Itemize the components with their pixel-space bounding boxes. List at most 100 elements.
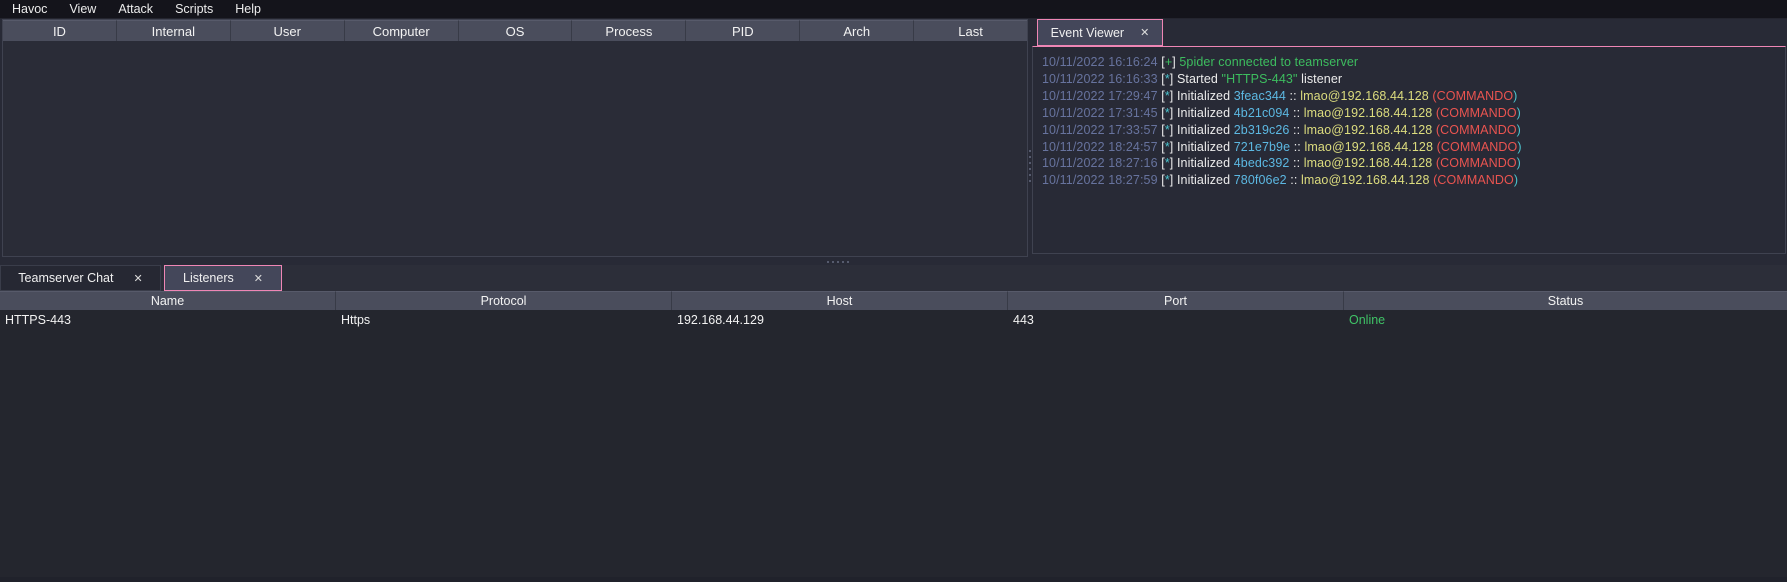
log-segment: 4b21c094	[1234, 106, 1290, 120]
event-log[interactable]: 10/11/2022 16:16:24 [+] 5pider connected…	[1032, 46, 1786, 254]
menu-item-view[interactable]: View	[58, 0, 107, 18]
agents-table-body[interactable]	[3, 41, 1027, 256]
log-segment: (COMMANDO	[1433, 140, 1517, 154]
listeners-col-name[interactable]: Name	[0, 291, 336, 310]
log-segment: 10/11/2022 16:16:24	[1042, 55, 1161, 69]
listener-row[interactable]: HTTPS-443Https192.168.44.129443Online	[0, 310, 1787, 329]
log-segment: 780f06e2	[1234, 173, 1287, 187]
event-log-entry: 10/11/2022 16:16:24 [+] 5pider connected…	[1042, 54, 1781, 71]
log-segment: 3feac344	[1234, 89, 1286, 103]
log-segment: ] Initialized	[1170, 156, 1234, 170]
tab-label: Listeners	[183, 271, 234, 285]
cell-port: 443	[1008, 313, 1344, 327]
bottom-edge	[0, 577, 1787, 582]
log-segment: 10/11/2022 17:29:47	[1042, 89, 1161, 103]
log-segment: 10/11/2022 18:24:57	[1042, 140, 1161, 154]
log-segment: ::	[1287, 173, 1301, 187]
log-segment: ] Initialized	[1170, 173, 1234, 187]
log-segment: 10/11/2022 18:27:16	[1042, 156, 1161, 170]
log-segment: )	[1517, 140, 1521, 154]
log-segment: ] Started	[1170, 72, 1222, 86]
menu-item-scripts[interactable]: Scripts	[164, 0, 224, 18]
log-segment: 10/11/2022 16:16:33	[1042, 72, 1161, 86]
log-segment: 721e7b9e	[1234, 140, 1290, 154]
log-segment: 10/11/2022 17:33:57	[1042, 123, 1161, 137]
cell-name: HTTPS-443	[0, 313, 336, 327]
log-segment: ::	[1286, 89, 1300, 103]
listeners-col-protocol[interactable]: Protocol	[336, 291, 672, 310]
tab-label: Event Viewer	[1051, 26, 1124, 40]
agents-col-last[interactable]: Last	[914, 20, 1027, 41]
listeners-col-port[interactable]: Port	[1008, 291, 1344, 310]
event-log-entry: 10/11/2022 17:33:57 [*] Initialized 2b31…	[1042, 122, 1781, 139]
log-segment: )	[1517, 123, 1521, 137]
agents-col-os[interactable]: OS	[459, 20, 573, 41]
vertical-splitter-handle[interactable]	[1028, 150, 1031, 186]
cell-status: Online	[1344, 313, 1787, 327]
event-log-entry: 10/11/2022 18:24:57 [*] Initialized 721e…	[1042, 139, 1781, 156]
cell-protocol: Https	[336, 313, 672, 327]
log-segment: "HTTPS-443"	[1222, 72, 1298, 86]
horizontal-splitter-handle[interactable]	[827, 260, 849, 263]
agents-col-internal[interactable]: Internal	[117, 20, 231, 41]
log-segment: (COMMANDO	[1432, 123, 1516, 137]
log-segment: 10/11/2022 17:31:45	[1042, 106, 1161, 120]
close-icon[interactable]: ✕	[133, 272, 142, 285]
agents-col-id[interactable]: ID	[3, 20, 117, 41]
menu-item-help[interactable]: Help	[224, 0, 272, 18]
log-segment: ] Initialized	[1170, 106, 1234, 120]
event-log-entry: 10/11/2022 17:31:45 [*] Initialized 4b21…	[1042, 105, 1781, 122]
tab-event-viewer[interactable]: Event Viewer ✕	[1037, 19, 1163, 46]
log-segment: lmao@192.168.44.128	[1304, 106, 1433, 120]
event-log-entry: 10/11/2022 18:27:59 [*] Initialized 780f…	[1042, 172, 1781, 189]
event-log-entry: 10/11/2022 18:27:16 [*] Initialized 4bed…	[1042, 155, 1781, 172]
log-segment: lmao@192.168.44.128	[1301, 173, 1430, 187]
havoc-window: HavocViewAttackScriptsHelp IDInternalUse…	[0, 0, 1787, 582]
listeners-panel: NameProtocolHostPortStatus HTTPS-443Http…	[0, 291, 1787, 582]
tab-label: Teamserver Chat	[18, 271, 113, 285]
agents-col-process[interactable]: Process	[572, 20, 686, 41]
log-segment: ::	[1289, 123, 1303, 137]
tab-teamserver-chat[interactable]: Teamserver Chat ✕	[0, 265, 161, 291]
log-segment: )	[1517, 156, 1521, 170]
log-segment: ] Initialized	[1170, 89, 1234, 103]
log-segment: lmao@192.168.44.128	[1304, 156, 1433, 170]
log-segment: (COMMANDO	[1430, 173, 1514, 187]
event-log-entry: 10/11/2022 16:16:33 [*] Started "HTTPS-4…	[1042, 71, 1781, 88]
listeners-table-header: NameProtocolHostPortStatus	[0, 291, 1787, 310]
tab-listeners[interactable]: Listeners ✕	[164, 265, 282, 291]
menu-item-attack[interactable]: Attack	[107, 0, 164, 18]
log-segment: ] Initialized	[1170, 140, 1234, 154]
menubar: HavocViewAttackScriptsHelp	[0, 0, 1787, 19]
log-segment: )	[1517, 106, 1521, 120]
log-segment: (COMMANDO	[1432, 156, 1516, 170]
agents-panel: IDInternalUserComputerOSProcessPIDArchLa…	[2, 19, 1028, 257]
log-segment: 5pider connected to teamserver	[1176, 55, 1358, 69]
agents-col-user[interactable]: User	[231, 20, 345, 41]
log-segment: )	[1513, 89, 1517, 103]
cell-host: 192.168.44.129	[672, 313, 1008, 327]
log-segment: lmao@192.168.44.128	[1300, 89, 1429, 103]
log-segment: )	[1514, 173, 1518, 187]
bottom-tabbar: Teamserver Chat ✕ Listeners ✕	[0, 265, 1787, 291]
log-segment: ::	[1289, 106, 1303, 120]
close-icon[interactable]: ✕	[254, 272, 263, 285]
close-icon[interactable]: ✕	[1140, 26, 1149, 39]
log-segment: lmao@192.168.44.128	[1304, 123, 1433, 137]
log-segment: (COMMANDO	[1432, 106, 1516, 120]
log-segment: ::	[1290, 140, 1304, 154]
agents-col-computer[interactable]: Computer	[345, 20, 459, 41]
log-segment: 10/11/2022 18:27:59	[1042, 173, 1161, 187]
listeners-table-body: HTTPS-443Https192.168.44.129443Online	[0, 310, 1787, 329]
agents-col-arch[interactable]: Arch	[800, 20, 914, 41]
log-segment: ::	[1289, 156, 1303, 170]
listeners-col-status[interactable]: Status	[1344, 291, 1787, 310]
event-log-entry: 10/11/2022 17:29:47 [*] Initialized 3fea…	[1042, 88, 1781, 105]
log-segment: 2b319c26	[1234, 123, 1290, 137]
log-segment: (COMMANDO	[1429, 89, 1513, 103]
log-segment: lmao@192.168.44.128	[1304, 140, 1433, 154]
agents-col-pid[interactable]: PID	[686, 20, 800, 41]
listeners-col-host[interactable]: Host	[672, 291, 1008, 310]
menu-item-havoc[interactable]: Havoc	[1, 0, 58, 18]
log-segment: 4bedc392	[1234, 156, 1290, 170]
